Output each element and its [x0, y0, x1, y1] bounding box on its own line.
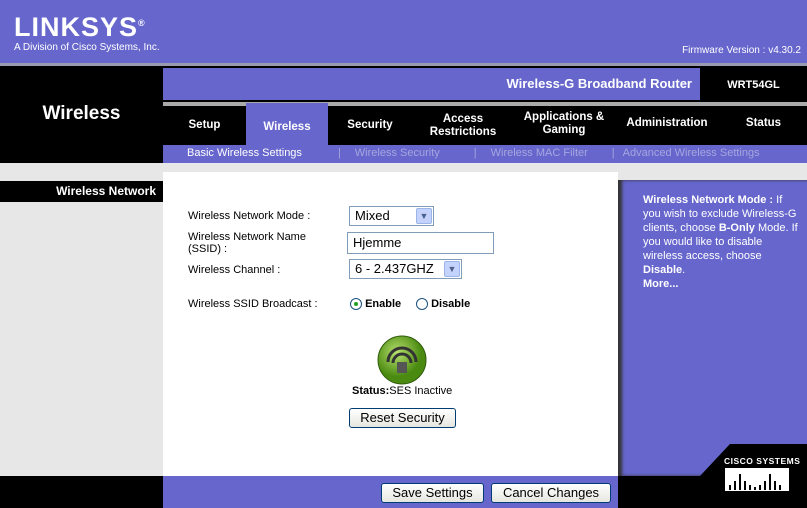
help-title: Wireless Network Mode : — [643, 194, 774, 206]
broadcast-label: Wireless SSID Broadcast : — [188, 298, 318, 310]
broadcast-enable[interactable]: Enable — [350, 298, 402, 311]
mode-value: Mixed — [355, 208, 390, 223]
help-bold: Disable — [643, 264, 683, 276]
channel-label: Wireless Channel : — [188, 264, 281, 276]
subnav: Basic Wireless Settings | Wireless Securit… — [163, 145, 807, 163]
firmware-version: Firmware Version : v4.30.2 — [682, 45, 801, 56]
cancel-changes-button[interactable]: Cancel Changes — [491, 483, 611, 503]
status-label: Status: — [352, 385, 390, 397]
main-panel: Wireless Network Mode : Mixed ▼ Wireless … — [163, 172, 618, 476]
broadcast-disable[interactable]: Disable — [416, 298, 471, 311]
disable-label: Disable — [431, 298, 471, 310]
ses-status: Status:SES Inactive — [352, 385, 452, 397]
product-name: Wireless-G Broadband Router — [163, 68, 700, 100]
help-bold: B-Only — [718, 222, 755, 234]
spacer — [163, 163, 807, 172]
subnav-basic-wireless-settings[interactable]: Basic Wireless Settings — [187, 147, 302, 159]
chevron-down-icon: ▼ — [416, 208, 432, 224]
channel-select[interactable]: 6 - 2.437GHZ ▼ — [349, 259, 462, 279]
tab-setup[interactable]: Setup — [163, 106, 246, 145]
enable-label: Enable — [365, 298, 402, 310]
mode-label: Wireless Network Mode : — [188, 210, 311, 222]
radio-enable[interactable] — [350, 298, 362, 311]
logo-subtitle: A Division of Cisco Systems, Inc. — [14, 42, 160, 53]
linksys-logo: LINKSYS® — [14, 12, 146, 42]
footer: Save Settings Cancel Changes — [163, 476, 618, 508]
section-title: Wireless — [42, 103, 121, 124]
ses-icon[interactable] — [376, 334, 428, 386]
save-settings-button[interactable]: Save Settings — [381, 483, 484, 503]
tab-administration[interactable]: Administration — [614, 106, 720, 145]
status-value: SES Inactive — [389, 385, 453, 397]
help-more-link[interactable]: More... — [643, 278, 678, 290]
tab-status[interactable]: Status — [720, 106, 807, 145]
tab-security[interactable]: Security — [328, 106, 412, 145]
cisco-bridge-icon — [725, 468, 789, 491]
subnav-wireless-mac-filter[interactable]: Wireless MAC Filter — [491, 147, 588, 159]
sidebar-label: Wireless Network — [0, 181, 163, 202]
radio-disable[interactable] — [416, 298, 428, 311]
mode-select[interactable]: Mixed ▼ — [349, 206, 434, 226]
tab-applications-gaming[interactable]: Applications & Gaming — [514, 106, 614, 145]
channel-value: 6 - 2.437GHZ — [355, 261, 434, 276]
tab-access-restrictions[interactable]: Access Restrictions — [412, 106, 514, 145]
help-text: . — [682, 264, 686, 276]
tab-wireless[interactable]: Wireless — [246, 103, 328, 145]
ssid-label: Wireless Network Name (SSID) : — [188, 231, 306, 255]
chevron-down-icon: ▼ — [444, 261, 460, 277]
cisco-logo: CISCO SYSTEMS — [724, 456, 801, 466]
model-name: WRT54GL — [727, 79, 780, 91]
ssid-input[interactable]: Hjemme — [347, 232, 494, 254]
help-panel: Wireless Network Mode : If you wish to e… — [618, 180, 807, 476]
footer-left — [0, 476, 163, 508]
subnav-wireless-security[interactable]: Wireless Security — [355, 147, 440, 159]
subnav-advanced-wireless-settings[interactable]: Advanced Wireless Settings — [623, 147, 760, 159]
reset-security-button[interactable]: Reset Security — [349, 408, 456, 428]
